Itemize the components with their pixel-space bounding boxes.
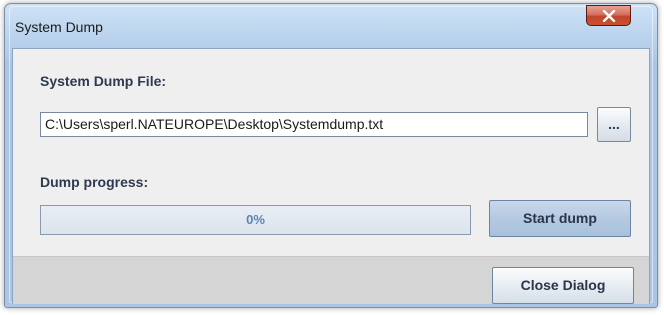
- progress-label: Dump progress:: [40, 174, 149, 190]
- dialog-content: System Dump File: C:\Users\sperl.NATEURO…: [12, 48, 650, 304]
- file-path-field[interactable]: C:\Users\sperl.NATEUROPE\Desktop\Systemd…: [40, 112, 588, 137]
- system-dump-dialog: System Dump System Dump File: C:\Users\s…: [4, 3, 658, 308]
- window-title: System Dump: [15, 19, 103, 35]
- start-dump-button[interactable]: Start dump: [489, 200, 631, 237]
- browse-button[interactable]: ...: [597, 107, 631, 142]
- close-dialog-button[interactable]: Close Dialog: [492, 267, 634, 304]
- file-label: System Dump File:: [40, 73, 167, 89]
- close-icon: [602, 10, 616, 22]
- progress-text: 0%: [246, 212, 265, 227]
- dump-progress-bar: 0%: [40, 205, 471, 235]
- dialog-footer: Close Dialog: [13, 256, 649, 304]
- window-close-button[interactable]: [586, 5, 631, 26]
